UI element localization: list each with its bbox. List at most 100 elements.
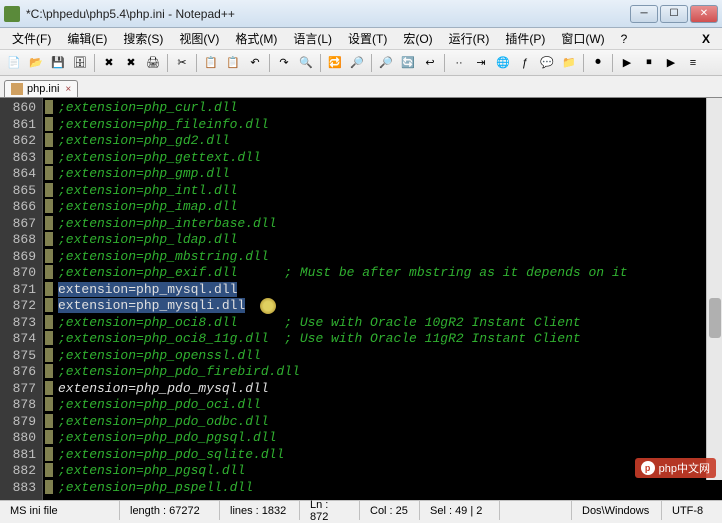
line-number: 868 — [0, 232, 36, 249]
code-line[interactable]: ;extension=php_pdo_odbc.dll — [58, 414, 722, 431]
open-icon[interactable]: 📂 — [26, 53, 46, 73]
sync-icon[interactable]: 🔄 — [398, 53, 418, 73]
code-line[interactable]: ;extension=php_openssl.dll — [58, 348, 722, 365]
menu-window[interactable]: 窗口(W) — [553, 28, 612, 49]
menu-run[interactable]: 运行(R) — [441, 28, 498, 49]
margin-marker — [45, 447, 53, 461]
scrollbar-thumb[interactable] — [709, 298, 721, 338]
menubar-close-icon[interactable]: X — [694, 32, 718, 46]
line-number: 883 — [0, 480, 36, 497]
func-icon[interactable]: ƒ — [515, 53, 535, 73]
close-icon[interactable]: ✖ — [99, 53, 119, 73]
margin-marker — [45, 381, 53, 395]
zoom-out-icon[interactable]: 🔎 — [376, 53, 396, 73]
play-icon[interactable]: ▶ — [617, 53, 637, 73]
comment-icon[interactable]: 💬 — [537, 53, 557, 73]
code-line[interactable]: ;extension=php_mbstring.dll — [58, 249, 722, 266]
indent-icon[interactable]: ⇥ — [471, 53, 491, 73]
replace-icon[interactable]: 🔁 — [325, 53, 345, 73]
ws-icon[interactable]: ·· — [449, 53, 469, 73]
line-number: 861 — [0, 117, 36, 134]
code-line[interactable]: ;extension=php_pspell.dll — [58, 480, 722, 497]
rec-icon[interactable]: ⏺ — [588, 53, 608, 73]
line-number: 871 — [0, 282, 36, 299]
status-col: Col : 25 — [360, 501, 420, 520]
code-line[interactable]: ;extension=php_pgsql.dll — [58, 463, 722, 480]
statusbar: MS ini file length : 67272 lines : 1832 … — [0, 500, 722, 520]
margin-marker — [45, 430, 53, 444]
cut-icon[interactable]: ✂ — [172, 53, 192, 73]
code-line[interactable]: ;extension=php_gd2.dll — [58, 133, 722, 150]
menu-view[interactable]: 视图(V) — [171, 28, 227, 49]
tab-close-icon[interactable]: × — [65, 84, 71, 95]
print-icon[interactable]: 🖨 — [143, 53, 163, 73]
watermark: p php中文网 — [635, 458, 716, 478]
menu-search[interactable]: 搜索(S) — [115, 28, 171, 49]
code-line[interactable]: extension=php_mysql.dll — [58, 282, 722, 299]
code-line[interactable]: ;extension=php_fileinfo.dll — [58, 117, 722, 134]
save-icon[interactable]: 💾 — [48, 53, 68, 73]
find-icon[interactable]: 🔍 — [296, 53, 316, 73]
close-button[interactable]: ✕ — [690, 5, 718, 23]
code-line[interactable]: ;extension=php_imap.dll — [58, 199, 722, 216]
editor[interactable]: 8608618628638648658668678688698708718728… — [0, 98, 722, 500]
tab-php-ini[interactable]: php.ini × — [4, 80, 78, 97]
code-line[interactable]: ;extension=php_curl.dll — [58, 100, 722, 117]
toolbar-separator — [196, 54, 197, 72]
stop-icon[interactable]: ⏹ — [639, 53, 659, 73]
code-line[interactable]: extension=php_mysqli.dll — [58, 298, 722, 315]
line-number: 873 — [0, 315, 36, 332]
code-line[interactable]: ;extension=php_pdo_sqlite.dll — [58, 447, 722, 464]
paste-icon[interactable]: 📋 — [223, 53, 243, 73]
menu-edit[interactable]: 编辑(E) — [59, 28, 115, 49]
code-line[interactable]: ;extension=php_intl.dll — [58, 183, 722, 200]
lang-icon[interactable]: 🌐 — [493, 53, 513, 73]
redo-icon[interactable]: ↷ — [274, 53, 294, 73]
code-line[interactable]: ;extension=php_interbase.dll — [58, 216, 722, 233]
file-icon — [11, 83, 23, 95]
save-all-icon[interactable]: 🗄 — [70, 53, 90, 73]
menu-macro[interactable]: 宏(O) — [395, 28, 440, 49]
line-number: 860 — [0, 100, 36, 117]
cursor-indicator-icon — [260, 298, 276, 314]
menu-language[interactable]: 语言(L) — [285, 28, 340, 49]
margin-marker — [45, 348, 53, 362]
code-line[interactable]: ;extension=php_gmp.dll — [58, 166, 722, 183]
menu-format[interactable]: 格式(M) — [227, 28, 285, 49]
margin-marker — [45, 249, 53, 263]
line-gutter: 8608618628638648658668678688698708718728… — [0, 98, 42, 500]
new-icon[interactable]: 📄 — [4, 53, 24, 73]
copy-icon[interactable]: 📋 — [201, 53, 221, 73]
code-line[interactable]: ;extension=php_gettext.dll — [58, 150, 722, 167]
margin-marker — [45, 282, 53, 296]
window-title: *C:\phpedu\php5.4\php.ini - Notepad++ — [26, 7, 630, 21]
wrap-icon[interactable]: ↩ — [420, 53, 440, 73]
fold-margin — [42, 98, 54, 500]
minimize-button[interactable]: ─ — [630, 5, 658, 23]
folder-icon[interactable]: 📁 — [559, 53, 579, 73]
code-area[interactable]: ;extension=php_curl.dll;extension=php_fi… — [54, 98, 722, 500]
code-line[interactable]: ;extension=php_ldap.dll — [58, 232, 722, 249]
margin-marker — [45, 133, 53, 147]
code-line[interactable]: ;extension=php_exif.dll ; Must be after … — [58, 265, 722, 282]
margin-marker — [45, 199, 53, 213]
menu-file[interactable]: 文件(F) — [4, 28, 59, 49]
maximize-button[interactable]: ☐ — [660, 5, 688, 23]
toolbar-separator — [371, 54, 372, 72]
vertical-scrollbar[interactable] — [706, 98, 722, 480]
list-icon[interactable]: ≡ — [683, 53, 703, 73]
code-line[interactable]: extension=php_pdo_mysql.dll — [58, 381, 722, 398]
line-number: 878 — [0, 397, 36, 414]
code-line[interactable]: ;extension=php_pdo_pgsql.dll — [58, 430, 722, 447]
menu-help[interactable]: ? — [613, 30, 636, 48]
code-line[interactable]: ;extension=php_pdo_firebird.dll — [58, 364, 722, 381]
close-all-icon[interactable]: ✖ — [121, 53, 141, 73]
menu-plugins[interactable]: 插件(P) — [497, 28, 553, 49]
menu-settings[interactable]: 设置(T) — [340, 28, 395, 49]
play2-icon[interactable]: ▶ — [661, 53, 681, 73]
code-line[interactable]: ;extension=php_pdo_oci.dll — [58, 397, 722, 414]
code-line[interactable]: ;extension=php_oci8.dll ; Use with Oracl… — [58, 315, 722, 332]
code-line[interactable]: ;extension=php_oci8_11g.dll ; Use with O… — [58, 331, 722, 348]
undo-icon[interactable]: ↶ — [245, 53, 265, 73]
zoom-in-icon[interactable]: 🔎 — [347, 53, 367, 73]
